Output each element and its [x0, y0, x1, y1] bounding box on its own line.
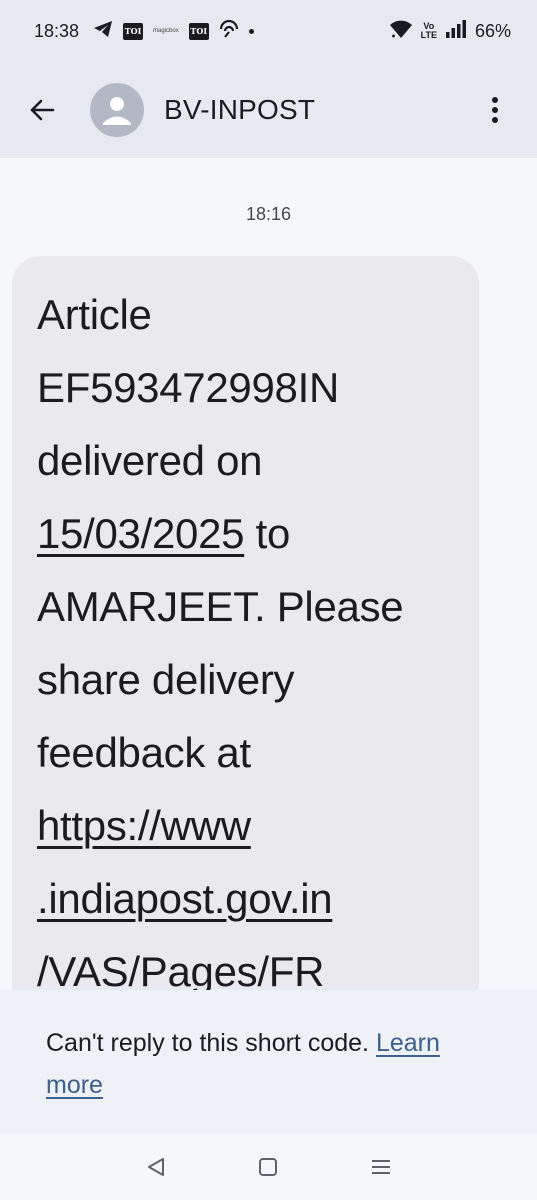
status-bar: 18:38 TOI magicbox TOI Vo LTE 66% [0, 0, 537, 62]
arrow-back-icon [30, 99, 55, 121]
message-line: delivered on [37, 437, 263, 484]
message-timestamp: 18:16 [245, 204, 292, 224]
article-number: EF593472998IN [37, 364, 339, 411]
hotspot-icon [219, 19, 239, 43]
system-nav-bar [0, 1134, 537, 1200]
message-line: Article [37, 291, 152, 338]
message-bubble[interactable]: Article EF593472998IN delivered on 15/03… [12, 256, 479, 1016]
more-vert-icon [492, 97, 498, 123]
battery-level: 66% [474, 20, 511, 41]
magicbox-icon: magicbox [153, 28, 179, 34]
status-left: 18:38 TOI magicbox TOI [34, 19, 254, 43]
notice-text: Can't reply to this short code. [46, 1029, 376, 1057]
messages-screen: 18:38 TOI magicbox TOI Vo LTE 66% BV-INP… [0, 0, 537, 1200]
wifi-icon [389, 19, 413, 44]
message-fragment: to [244, 510, 291, 557]
feedback-url-line[interactable]: https://www [37, 789, 457, 862]
telegram-icon [93, 20, 113, 43]
status-right: Vo LTE 66% [389, 19, 511, 44]
delivery-date-link[interactable]: 15/03/2025 [37, 510, 245, 557]
toi-icon: TOI [123, 22, 144, 40]
nav-recents-button[interactable] [366, 1152, 396, 1182]
message-text: Article EF593472998IN delivered on 15/03… [37, 278, 457, 1008]
nav-home-button[interactable] [253, 1152, 283, 1182]
message-line: feedback at [37, 729, 251, 776]
feedback-url-part[interactable]: .indiapost.gov.in [37, 875, 333, 922]
toi-icon-2: TOI [188, 22, 209, 40]
volte-bottom: LTE [420, 30, 437, 40]
nav-recents-icon [371, 1160, 390, 1174]
message-line: 15/03/2025 to [37, 497, 457, 570]
short-code-notice: Can't reply to this short code. Learn mo… [0, 990, 537, 1134]
notification-dot-icon [248, 28, 254, 34]
volte-icon: Vo LTE [421, 22, 437, 40]
nav-back-button[interactable] [141, 1152, 171, 1182]
person-icon [103, 97, 131, 125]
status-time: 18:38 [34, 20, 80, 41]
feedback-url-part[interactable]: https://www [37, 802, 251, 849]
nav-home-icon [259, 1158, 278, 1176]
signal-icon [445, 19, 467, 43]
back-button[interactable] [22, 90, 62, 130]
contact-name[interactable]: BV-INPOST [164, 94, 315, 126]
more-options-button[interactable] [483, 90, 507, 130]
conversation-header: BV-INPOST [0, 62, 537, 158]
message-line: share delivery [37, 656, 295, 703]
feedback-url-part[interactable]: /VAS/Pages/FR [37, 948, 324, 995]
message-line: AMARJEET. Please [37, 583, 404, 630]
feedback-url-line[interactable]: .indiapost.gov.in [37, 862, 457, 935]
nav-back-icon [148, 1158, 165, 1176]
contact-avatar[interactable] [90, 83, 144, 137]
